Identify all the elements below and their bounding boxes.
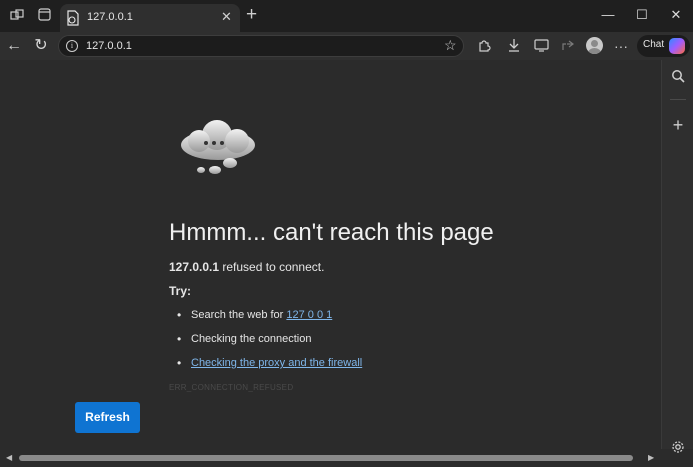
close-icon[interactable]: ✕ <box>221 9 232 25</box>
tab-actions-icon[interactable] <box>36 8 52 24</box>
try-label: Try: <box>169 284 192 298</box>
horizontal-scrollbar[interactable]: ◀ ▶ <box>0 449 661 467</box>
proxy-firewall-link[interactable]: Checking the proxy and the firewall <box>191 357 362 369</box>
maximize-button[interactable]: ☐ <box>629 5 655 25</box>
suggestion-connection: Checking the connection <box>191 333 312 345</box>
suggestion-proxy: Checking the proxy and the firewall <box>191 357 362 369</box>
bullet: • <box>177 356 182 370</box>
copilot-icon <box>669 38 685 54</box>
minimize-button[interactable]: — <box>595 5 621 25</box>
screenshot-icon[interactable] <box>533 38 549 54</box>
sidebar: + <box>661 60 693 453</box>
search-icon[interactable] <box>670 69 686 85</box>
info-icon[interactable]: i <box>66 40 78 52</box>
chat-label: Chat <box>643 39 665 50</box>
error-code: ERR_CONNECTION_REFUSED <box>169 383 294 392</box>
suggestion-text: Search the web for <box>191 309 287 321</box>
favorite-star-icon[interactable]: ☆ <box>444 37 457 54</box>
new-tab-button[interactable]: + <box>246 5 257 25</box>
active-tab[interactable]: 127.0.0.1 ✕ <box>60 4 240 32</box>
back-button[interactable]: ← <box>5 37 23 55</box>
page-title: Hmmm... can't reach this page <box>169 219 494 246</box>
more-options-icon[interactable]: ··· <box>613 38 629 54</box>
cloud-icon <box>178 118 258 178</box>
url-text[interactable]: 127.0.0.1 <box>86 40 132 52</box>
toolbar: ← ↻ i 127.0.0.1 ☆ ··· Chat <box>0 32 693 60</box>
error-message-text: refused to connect. <box>219 260 325 274</box>
downloads-icon[interactable] <box>506 38 522 54</box>
suggestion-search: Search the web for 127 0 0 1 <box>191 309 332 321</box>
share-icon[interactable] <box>560 38 576 54</box>
error-message: 127.0.0.1 refused to connect. <box>169 260 324 274</box>
sidebar-divider <box>670 99 686 100</box>
scroll-left-icon[interactable]: ◀ <box>6 453 12 462</box>
error-page: Hmmm... can't reach this page 127.0.0.1 … <box>0 60 661 449</box>
add-icon[interactable]: + <box>670 116 686 134</box>
address-bar[interactable]: i 127.0.0.1 ☆ <box>58 35 464 57</box>
close-window-button[interactable]: ✕ <box>663 5 689 25</box>
search-link[interactable]: 127 0 0 1 <box>286 309 332 321</box>
tab-title: 127.0.0.1 <box>87 11 133 23</box>
profile-avatar[interactable] <box>586 37 603 54</box>
title-bar: 127.0.0.1 ✕ + — ☐ ✕ <box>0 0 693 32</box>
bullet: • <box>177 308 182 322</box>
chat-button[interactable]: Chat <box>637 35 690 57</box>
scrollbar-thumb[interactable] <box>19 455 633 461</box>
settings-gear-icon[interactable] <box>670 440 686 456</box>
bullet: • <box>177 332 182 346</box>
reload-button[interactable]: ↻ <box>32 37 50 55</box>
scroll-right-icon[interactable]: ▶ <box>648 453 654 462</box>
refresh-button[interactable]: Refresh <box>75 402 140 433</box>
page-error-icon <box>66 10 80 26</box>
extensions-icon[interactable] <box>476 38 492 54</box>
workspaces-icon[interactable] <box>9 8 25 24</box>
error-host: 127.0.0.1 <box>169 260 220 274</box>
